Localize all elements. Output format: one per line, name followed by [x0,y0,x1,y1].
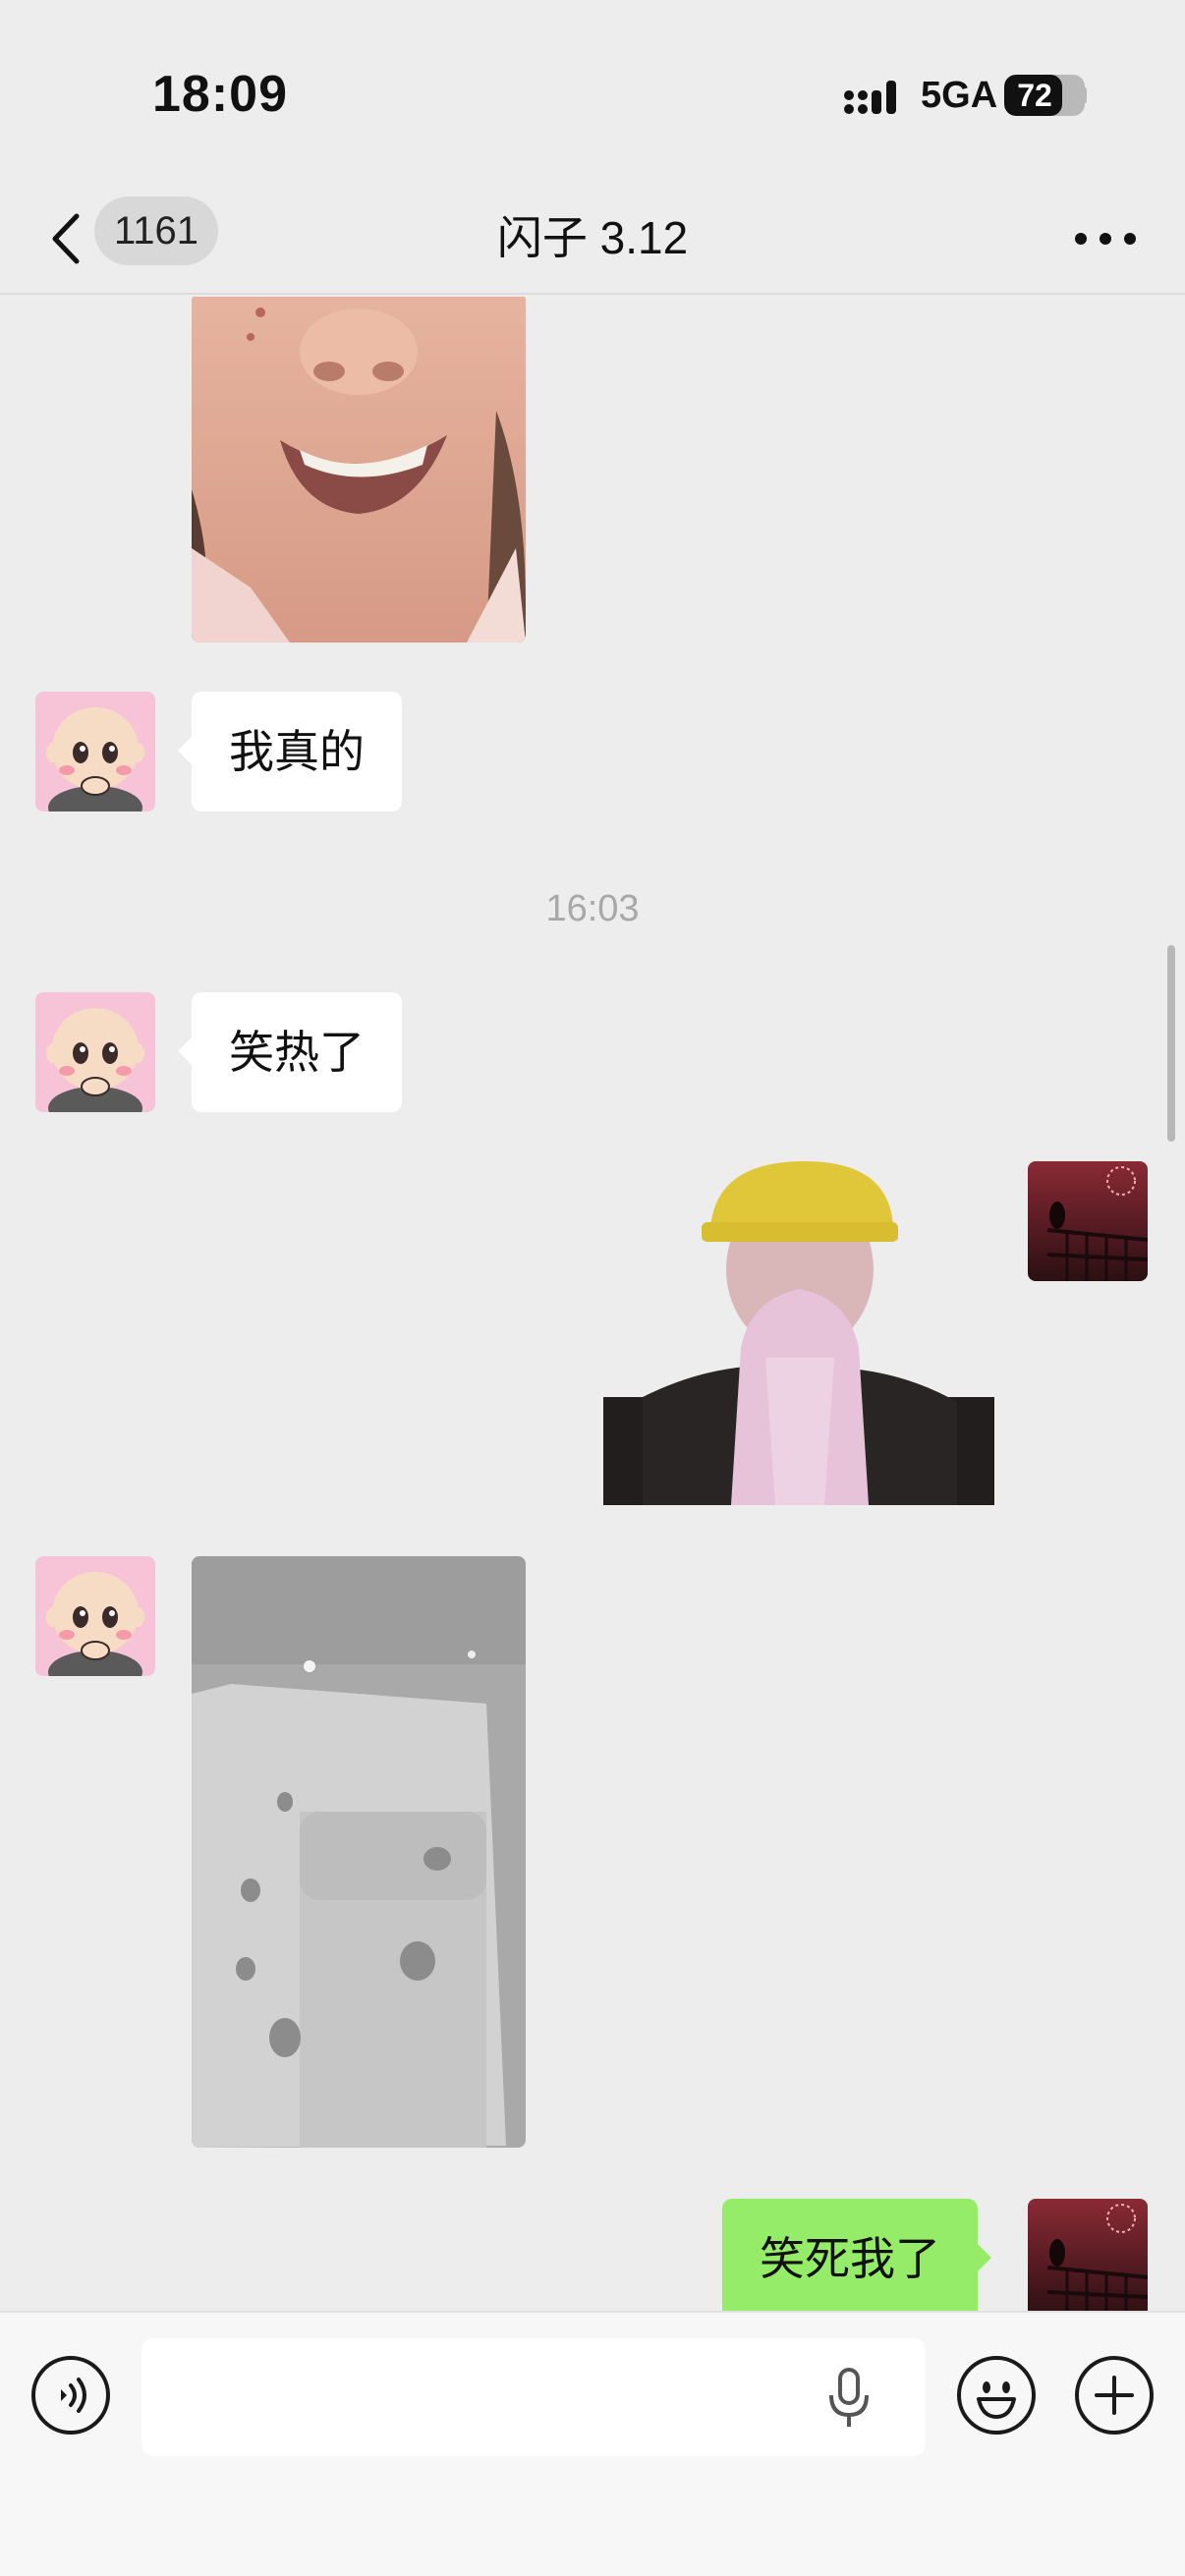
more-dots-icon[interactable] [1071,214,1140,263]
chat-title: 闪子 3.12 [496,212,689,263]
voice-mode-icon[interactable] [31,2356,110,2435]
text-message[interactable]: 笑死我了 [722,2199,991,2311]
message-list[interactable]: 我真的 16:03 笑热了 笑死我了 [0,297,1185,2311]
contact-avatar[interactable] [35,992,155,1112]
battery-level: 72 [1017,78,1052,113]
text-message[interactable]: 笑热了 [178,992,402,1112]
text-message[interactable]: 我真的 [178,692,402,812]
my-avatar[interactable] [1028,1161,1148,1281]
chat-header: 1161 闪子 3.12 [0,187,1185,295]
photo-paw-prints-icon [192,1556,526,2148]
image-message[interactable] [192,297,526,643]
cellular-signal-icon [844,81,896,114]
bald-cartoon-avatar-icon [35,992,155,1112]
network-type: 5GA [921,75,998,116]
status-time: 18:09 [152,66,288,123]
contact-avatar[interactable] [35,1556,155,1676]
message-text: 笑热了 [229,1027,365,1078]
sticker-message[interactable] [603,1161,994,1505]
message-timestamp: 16:03 [545,888,640,929]
fireworks-avatar-icon [1028,1161,1148,1281]
scrollbar[interactable] [1167,945,1175,1142]
plus-icon[interactable] [1075,2356,1154,2435]
emoji-icon[interactable] [957,2356,1036,2435]
my-avatar[interactable] [1028,2199,1148,2311]
voice-waves-glyph [61,2378,86,2413]
status-bar: 18:09 5GA 72 [0,0,1185,187]
sticker-clapping-person-icon [603,1161,994,1505]
fireworks-avatar-icon [1028,2199,1148,2311]
bald-cartoon-avatar-icon [35,1556,155,1676]
photo-smiling-face-icon [192,297,526,643]
plus-glyph [1095,2376,1134,2415]
message-input[interactable] [141,2338,926,2456]
image-message[interactable] [192,1556,526,2148]
battery-tip [1081,86,1087,104]
smile-face-glyph [977,2381,1016,2419]
contact-avatar[interactable] [35,692,155,812]
input-bar [0,2311,1185,2576]
battery-icon: 72 [1004,75,1085,116]
microphone-icon[interactable] [819,2364,878,2433]
chat-screen: 18:09 5GA 72 1161 闪子 3.12 我真的 16:03 笑热了 … [0,0,1185,2576]
message-text: 我真的 [229,726,365,777]
bald-cartoon-avatar-icon [35,692,155,812]
message-text: 笑死我了 [760,2233,940,2284]
